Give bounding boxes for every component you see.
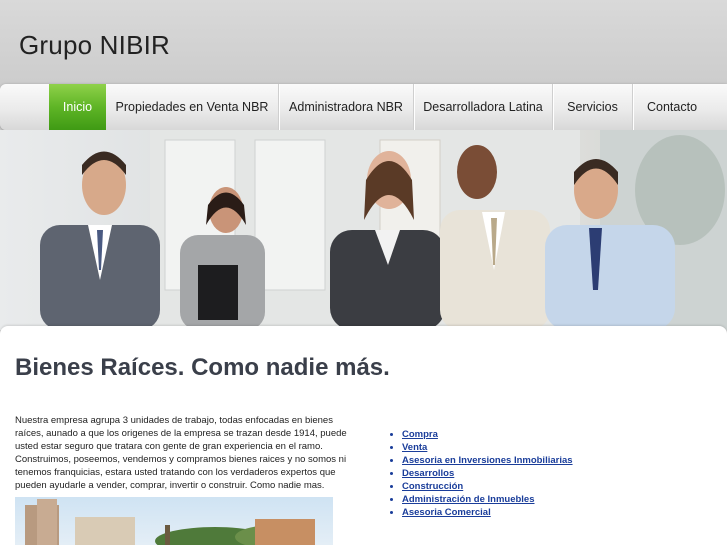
hero-banner [0, 130, 727, 330]
site-title[interactable]: Grupo NIBIR [19, 30, 170, 61]
list-item: Compra [402, 428, 573, 441]
service-link-compra[interactable]: Compra [402, 429, 438, 440]
service-link-asesoria-inversiones[interactable]: Asesoria en Inversiones Inmobiliarias [402, 455, 573, 466]
business-team-photo [40, 130, 727, 330]
page-headline: Bienes Raíces. Como nadie más. [15, 354, 390, 381]
nav-item-desarrolladora[interactable]: Desarrolladora Latina [413, 84, 552, 130]
list-item: Desarrollos [402, 467, 573, 480]
service-link-desarrollos[interactable]: Desarrollos [402, 468, 454, 479]
list-item: Administración de Inmuebles [402, 493, 573, 506]
service-link-construccion[interactable]: Construcción [402, 481, 463, 492]
site-header: Grupo NIBIR [0, 0, 727, 88]
list-item: Asesoria en Inversiones Inmobiliarias [402, 454, 573, 467]
main-content: Bienes Raíces. Como nadie más. Nuestra e… [0, 326, 727, 545]
list-item: Venta [402, 441, 573, 454]
main-nav: Inicio Propiedades en Venta NBR Administ… [0, 84, 727, 130]
nav-item-contacto[interactable]: Contacto [632, 84, 711, 130]
intro-paragraph: Nuestra empresa agrupa 3 unidades de tra… [15, 415, 347, 491]
nav-item-propiedades[interactable]: Propiedades en Venta NBR [106, 84, 278, 130]
services-list: Compra Venta Asesoria en Inversiones Inm… [388, 428, 573, 519]
building-photo [15, 497, 333, 545]
list-item: Construcción [402, 480, 573, 493]
nav-item-servicios[interactable]: Servicios [552, 84, 632, 130]
nav-item-inicio[interactable]: Inicio [49, 84, 106, 130]
service-link-administracion[interactable]: Administración de Inmuebles [402, 494, 535, 505]
service-link-asesoria-comercial[interactable]: Asesoria Comercial [402, 507, 491, 518]
nav-item-administradora[interactable]: Administradora NBR [278, 84, 413, 130]
list-item: Asesoria Comercial [402, 506, 573, 519]
building-image [25, 499, 315, 545]
service-link-venta[interactable]: Venta [402, 442, 427, 453]
